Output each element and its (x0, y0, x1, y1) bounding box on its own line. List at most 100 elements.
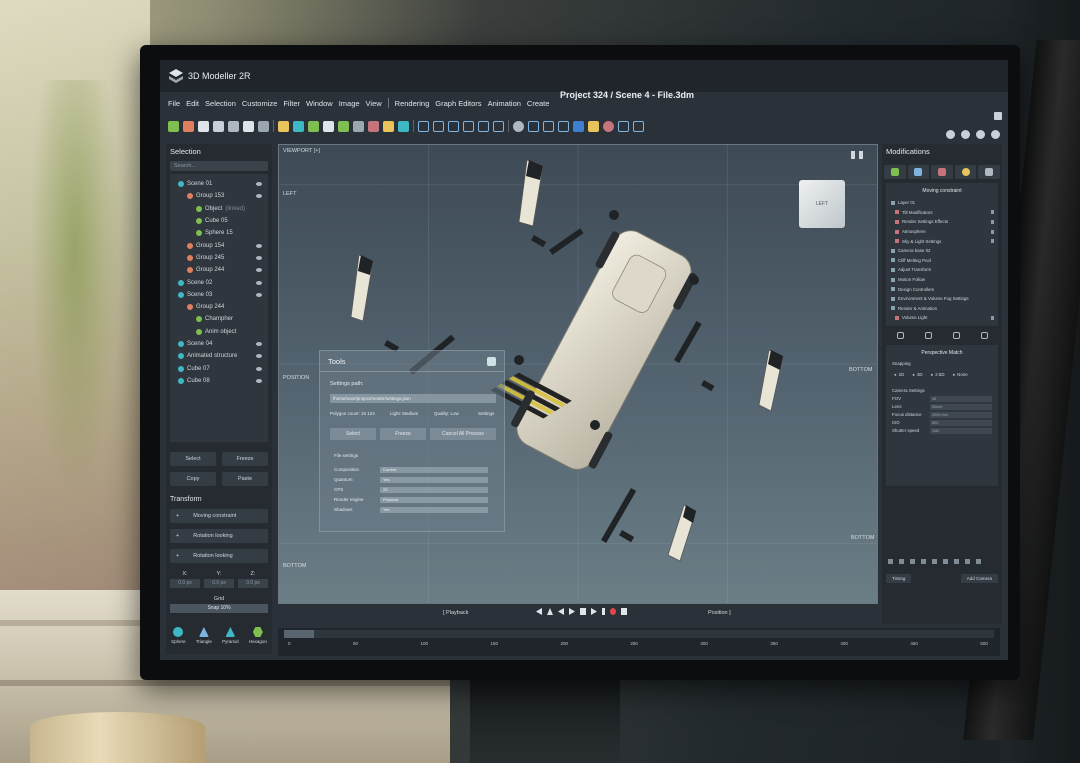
visibility-eye-icon[interactable] (256, 280, 262, 285)
tab-display[interactable] (978, 165, 1000, 179)
tree-item[interactable]: Sphere 15 (170, 227, 268, 239)
camera-field-input[interactable]: 2000 mm (930, 411, 992, 418)
stack-tool-icon[interactable] (493, 120, 504, 132)
modifier-item[interactable]: Environment & Volume Fog Settings (886, 294, 998, 304)
menu-rendering[interactable]: Rendering (395, 99, 430, 108)
z-input[interactable]: 0.0 px (238, 579, 268, 588)
snap-slider[interactable]: Snap 10% (170, 604, 268, 613)
settings-icon[interactable] (980, 331, 988, 339)
shadows-field[interactable]: Yes (380, 507, 488, 513)
move-tool-icon[interactable] (168, 120, 179, 132)
target-tool-icon[interactable] (513, 120, 524, 132)
hexagon-button[interactable]: Hexagon (249, 627, 267, 644)
modifier-toggle-icon[interactable] (991, 229, 994, 234)
tab-modifiers[interactable] (907, 165, 930, 179)
sphere-button[interactable]: Sphere (171, 627, 186, 644)
mirror-tool-icon[interactable] (258, 120, 269, 132)
visibility-eye-icon[interactable] (256, 342, 262, 346)
cps-field[interactable]: 25 (380, 487, 488, 493)
notification-icon[interactable] (961, 130, 970, 139)
tree-item[interactable]: Group 245 (170, 252, 268, 264)
visibility-eye-icon[interactable] (256, 354, 262, 359)
yellow-tool-icon[interactable] (588, 120, 599, 132)
select-tool-icon[interactable] (228, 120, 239, 132)
monitor-tool-icon[interactable] (398, 120, 409, 132)
tree-item[interactable]: Scene 02 (170, 276, 268, 288)
menu-animation[interactable]: Animation (488, 99, 521, 108)
strip-icon[interactable] (888, 559, 893, 564)
strip-icon[interactable] (943, 559, 948, 564)
3d-viewport[interactable]: VIEWPORT [+] LEFT POSITION BOTTOM BOTTOM… (278, 144, 878, 604)
timeline-track[interactable] (284, 630, 994, 638)
paste-button[interactable]: Paste (222, 472, 268, 486)
bar-icon[interactable] (602, 608, 605, 615)
dialog-freeze-button[interactable]: Freeze (380, 428, 426, 440)
copy-button[interactable]: Copy (170, 472, 216, 486)
tree-item[interactable]: Group 153 (170, 190, 268, 202)
modifier-item[interactable]: Tilt Modificators (886, 208, 998, 218)
rotation-looking-button-2[interactable]: + Rotation looking (170, 549, 268, 563)
rotate-tool-icon[interactable] (353, 120, 364, 132)
tree-item[interactable]: Cube 07 (170, 362, 268, 374)
camera-field-input[interactable]: 45 (930, 395, 992, 402)
bars-tool-icon[interactable] (383, 120, 394, 132)
delete-icon[interactable] (952, 331, 960, 339)
tree-item[interactable]: Animated structure (170, 350, 268, 362)
settings-path-input[interactable]: /home/user/project/render/settings.json (330, 394, 496, 403)
timeline[interactable]: 0 50 100 150 200 250 300 350 400 450 500 (278, 628, 1000, 656)
visibility-eye-icon[interactable] (256, 255, 262, 260)
modifier-item[interactable]: Motion Follow (886, 275, 998, 285)
visibility-eye-icon[interactable] (256, 366, 262, 371)
export-tool-icon[interactable] (448, 120, 459, 132)
palette-tool-icon[interactable] (603, 120, 614, 132)
gear-tool-icon[interactable] (293, 120, 304, 132)
crop-tool-icon[interactable] (543, 120, 554, 132)
strip-icon[interactable] (954, 559, 959, 564)
tab-move[interactable] (884, 165, 906, 179)
snapping-3d[interactable]: 3D (912, 372, 923, 377)
frame-tool-icon[interactable] (278, 120, 289, 132)
document-tool-icon[interactable] (433, 120, 444, 132)
visibility-eye-icon[interactable] (256, 378, 262, 383)
pyramid-button[interactable]: Pyramid (222, 627, 239, 644)
copy-icon[interactable] (924, 331, 932, 339)
user-avatar-icon[interactable] (991, 130, 1000, 139)
tree-item[interactable]: Scene 03 (170, 289, 268, 301)
pause-icon[interactable] (580, 608, 586, 615)
tree-item[interactable]: Group 154 (170, 239, 268, 251)
modifier-item[interactable]: Adjust Transform (886, 265, 998, 275)
timing-button[interactable]: Timing (886, 574, 912, 583)
timeline-scrubber[interactable] (284, 630, 314, 638)
modifier-item[interactable]: Atmosphere (886, 227, 998, 237)
strip-icon[interactable] (921, 559, 926, 564)
moving-constraint-button[interactable]: + Moving constraint (170, 509, 268, 523)
tree-item[interactable]: Cube 08 (170, 375, 268, 387)
strip-icon[interactable] (932, 559, 937, 564)
menu-image[interactable]: Image (339, 99, 360, 108)
tree-item[interactable]: Cube 05 (170, 215, 268, 227)
menu-create[interactable]: Create (527, 99, 550, 108)
modifier-item[interactable]: Render Settings Effects (886, 217, 998, 227)
modifier-toggle-icon[interactable] (991, 219, 994, 224)
settings-link[interactable]: Settings (478, 411, 494, 416)
camera-field-input[interactable]: 50mm (930, 403, 992, 410)
camera-field-input[interactable]: 800 (930, 419, 992, 426)
funnel-tool-icon[interactable] (308, 120, 319, 132)
add-camera-button[interactable]: Add Camera (960, 574, 998, 583)
tree-item[interactable]: Champher (170, 313, 268, 325)
pin-icon[interactable] (896, 331, 904, 339)
snapping-none[interactable]: None (953, 372, 968, 377)
copy-tool-icon[interactable] (213, 120, 224, 132)
modifier-item[interactable]: Cliff Melting Pool (886, 256, 998, 266)
menu-edit[interactable]: Edit (186, 99, 199, 108)
visibility-eye-icon[interactable] (256, 182, 262, 187)
compass-tool-icon[interactable] (323, 120, 334, 132)
visibility-eye-icon[interactable] (256, 194, 262, 199)
menu-graph-editors[interactable]: Graph Editors (435, 99, 481, 108)
step-back-icon[interactable] (558, 608, 564, 615)
rotation-looking-button[interactable]: + Rotation looking (170, 529, 268, 543)
snapping-2d[interactable]: 2D (894, 372, 905, 377)
visibility-eye-icon[interactable] (256, 268, 262, 273)
frame-select-icon[interactable] (528, 120, 539, 132)
tree-item[interactable]: Scene 04 (170, 338, 268, 350)
